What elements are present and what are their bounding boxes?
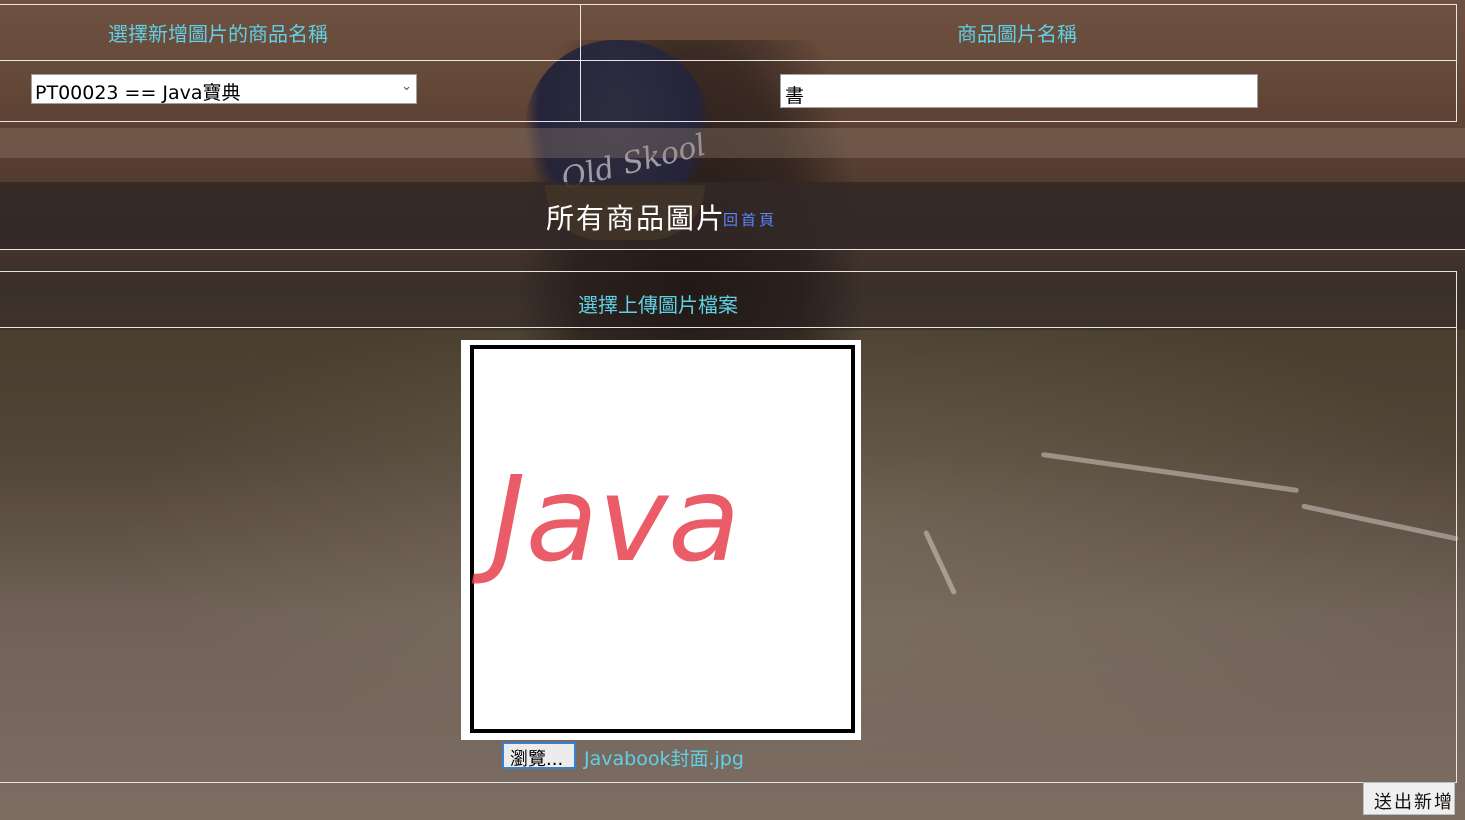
upload-header: 選擇上傳圖片檔案 [578, 293, 738, 317]
browse-button[interactable]: 瀏覽... [502, 742, 576, 770]
banner-strip [0, 128, 1465, 158]
back-home-link[interactable]: 回首頁 [723, 209, 777, 230]
preview-text: Java [471, 450, 740, 588]
image-name-header: 商品圖片名稱 [957, 22, 1077, 46]
chevron-down-icon: ⌄ [401, 79, 412, 94]
product-select-value: PT00023 == Java寶典 [35, 82, 241, 104]
select-product-header: 選擇新增圖片的商品名稱 [108, 22, 328, 46]
image-preview: Java [461, 340, 861, 740]
image-name-input[interactable]: 書 [780, 74, 1258, 108]
table-divider [580, 5, 581, 122]
selected-file-name: Javabook封面.jpg [584, 748, 744, 770]
product-select[interactable]: PT00023 == Java寶典 ⌄ [31, 74, 417, 104]
java-cover-image: Java [471, 450, 740, 588]
submit-button[interactable]: 送出新增 [1363, 782, 1455, 815]
page-title: 所有商品圖片 [546, 202, 727, 235]
